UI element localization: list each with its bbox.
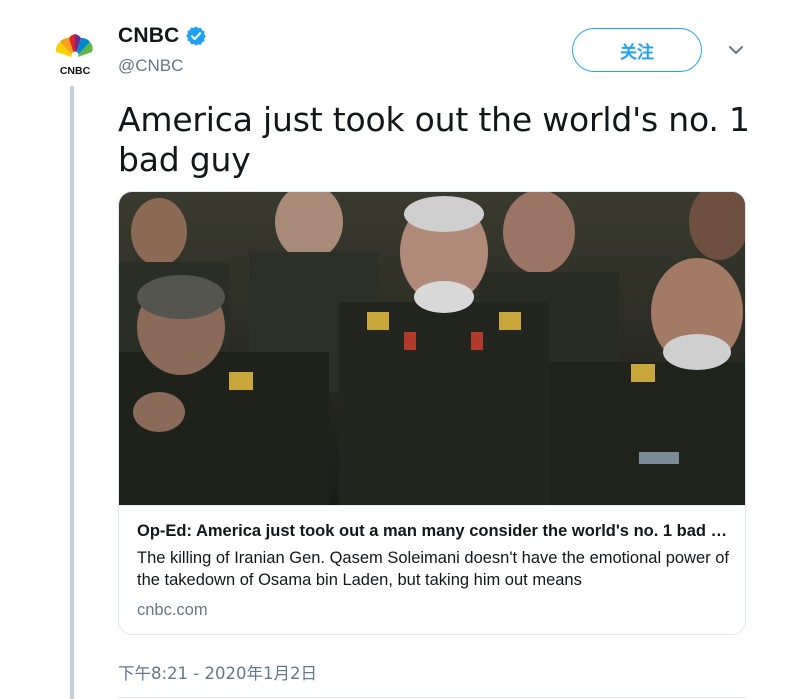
card-domain: cnbc.com	[137, 601, 208, 619]
svg-text:CNBC: CNBC	[60, 65, 91, 77]
chevron-down-icon[interactable]	[726, 40, 746, 60]
card-description: The killing of Iranian Gen. Qasem Soleim…	[137, 549, 729, 589]
news-photo	[119, 192, 745, 505]
author-name-row[interactable]: CNBC	[118, 24, 207, 48]
card-body[interactable]: Op-Ed: America just took out a man many …	[119, 505, 745, 634]
card-image[interactable]	[119, 192, 745, 505]
divider	[118, 697, 746, 698]
cnbc-peacock-logo-icon: CNBC	[55, 34, 93, 77]
verified-badge-icon	[185, 25, 207, 47]
card-title[interactable]: Op-Ed: America just took out a man many …	[137, 520, 729, 542]
thread-line	[70, 86, 74, 699]
link-card[interactable]: Op-Ed: America just took out a man many …	[118, 191, 746, 635]
tweet-text: America just took out the world's no. 1 …	[118, 100, 750, 179]
author-display-name[interactable]: CNBC	[118, 24, 179, 48]
follow-button[interactable]: 关注	[572, 28, 702, 72]
cnbc-avatar[interactable]: CNBC	[48, 28, 102, 82]
author-handle[interactable]: @CNBC	[118, 56, 183, 76]
tweet-timestamp[interactable]: 下午8:21 - 2020年1月2日	[118, 660, 317, 684]
